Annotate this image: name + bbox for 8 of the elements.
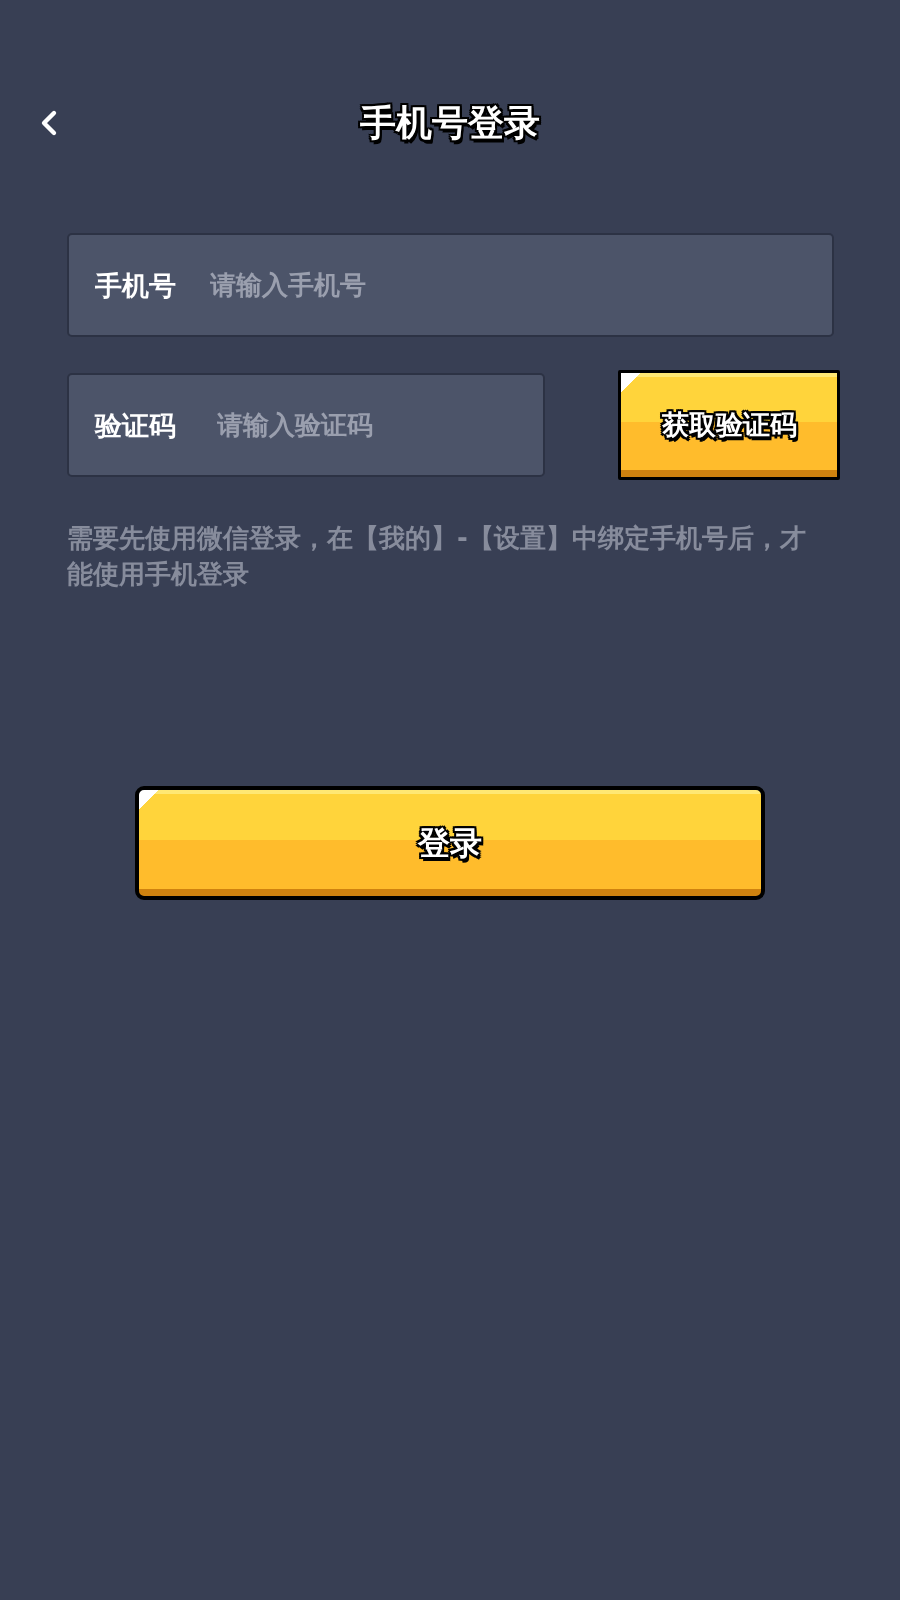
- hint-text: 需要先使用微信登录，在【我的】-【设置】中绑定手机号后，才能使用手机登录: [67, 522, 807, 591]
- phone-input[interactable]: 请输入手机号: [210, 265, 816, 305]
- field-label: 手机号: [95, 271, 176, 299]
- page-title: 手机号登录: [360, 105, 540, 141]
- code-input[interactable]: 请输入验证码: [217, 405, 527, 445]
- field-label: 验证码: [95, 411, 176, 439]
- phone-field[interactable]: 手机号 请输入手机号: [67, 233, 834, 337]
- code-field[interactable]: 验证码 请输入验证码: [67, 373, 545, 477]
